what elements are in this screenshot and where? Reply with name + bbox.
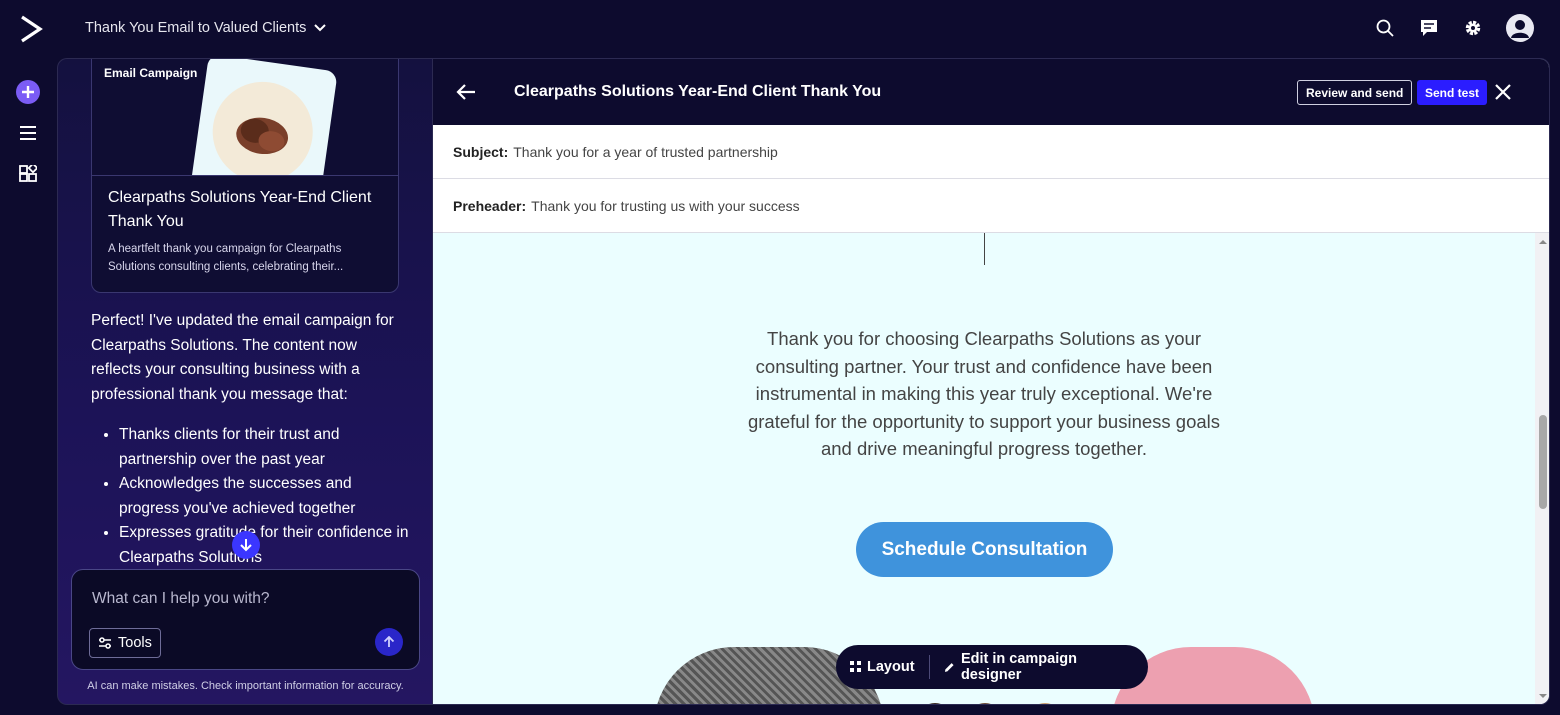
subject-value: Thank you for a year of trusted partners… — [513, 143, 778, 160]
preheader-value: Thank you for trusting us with your succ… — [531, 197, 800, 214]
arrow-down-icon — [240, 539, 252, 552]
divider-line — [984, 233, 985, 265]
close-icon[interactable] — [1493, 82, 1513, 102]
menu-icon[interactable] — [16, 121, 40, 145]
email-body-text[interactable]: Thank you for choosing Clearpaths Soluti… — [733, 325, 1235, 463]
list-item: Thanks clients for their trust and partn… — [119, 423, 409, 472]
subject-label: Subject: — [453, 143, 509, 160]
tools-button[interactable]: Tools — [89, 628, 161, 658]
scrollbar-thumb[interactable] — [1539, 415, 1547, 509]
phone-preview-image — [188, 59, 338, 175]
list-item: Acknowledges the successes and progress … — [119, 472, 409, 521]
scroll-up-arrow-icon[interactable] — [1538, 237, 1548, 247]
sliders-icon — [99, 637, 111, 649]
avatar[interactable] — [1506, 14, 1534, 42]
chat-panel: Email Campaign Clearpaths Solutions Year… — [57, 58, 432, 705]
layout-label: Layout — [867, 659, 915, 675]
editor-title: Clearpaths Solutions Year-End Client Tha… — [514, 83, 882, 100]
campaign-thumbnail: Email Campaign — [92, 59, 398, 176]
chevron-down-icon — [314, 24, 327, 32]
left-nav-rail — [0, 58, 56, 715]
campaign-card-description: A heartfelt thank you campaign for Clear… — [108, 243, 344, 273]
layout-button[interactable]: Layout — [836, 645, 929, 689]
send-button[interactable] — [375, 628, 403, 656]
chat-input[interactable] — [92, 590, 392, 608]
subject-field[interactable]: Subject: Thank you for a year of trusted… — [433, 125, 1549, 179]
grid-icon — [850, 661, 861, 672]
preview-scrollbar[interactable] — [1535, 233, 1549, 704]
scroll-down-arrow-icon[interactable] — [1538, 691, 1548, 701]
arrow-up-icon — [383, 636, 395, 647]
top-bar: Thank You Email to Valued Clients — [0, 0, 1560, 58]
chat-icon[interactable] — [1418, 17, 1440, 39]
campaign-card[interactable]: Email Campaign Clearpaths Solutions Year… — [91, 59, 399, 293]
search-icon[interactable] — [1374, 17, 1396, 39]
top-icons — [1374, 14, 1534, 42]
scroll-to-bottom-button[interactable] — [232, 531, 260, 559]
preheader-field[interactable]: Preheader: Thank you for trusting us wit… — [433, 179, 1549, 233]
campaign-card-title: Clearpaths Solutions Year-End Client Tha… — [108, 189, 372, 230]
preheader-label: Preheader: — [453, 197, 527, 214]
apps-icon[interactable] — [16, 162, 40, 186]
list-item: Expresses gratitude for their confidence… — [119, 521, 409, 570]
email-editor-panel: Clearpaths Solutions Year-End Client Tha… — [432, 58, 1550, 705]
document-title: Thank You Email to Valued Clients — [85, 20, 307, 36]
chat-composer: Tools — [71, 569, 420, 670]
send-test-button[interactable]: Send test — [1417, 80, 1488, 105]
tools-label: Tools — [118, 635, 152, 651]
message-intro: Perfect! I've updated the email campaign… — [91, 312, 394, 403]
ai-disclaimer: AI can make mistakes. Check important in… — [87, 680, 404, 692]
campaign-type-label: Email Campaign — [104, 66, 198, 80]
plus-icon[interactable] — [16, 80, 40, 104]
schedule-consultation-button[interactable]: Schedule Consultation — [856, 522, 1113, 577]
email-preview-canvas: Thank you for choosing Clearpaths Soluti… — [433, 233, 1535, 704]
document-title-dropdown[interactable]: Thank You Email to Valued Clients — [85, 20, 327, 36]
pencil-icon — [945, 662, 955, 672]
handshake-image — [206, 75, 320, 175]
review-and-send-button[interactable]: Review and send — [1297, 80, 1413, 105]
gear-icon[interactable] — [1462, 17, 1484, 39]
back-arrow-icon[interactable] — [455, 81, 477, 103]
edit-in-designer-label: Edit in campaign designer — [960, 651, 1077, 683]
edit-in-designer-button[interactable]: Edit in campaign designer — [929, 645, 1148, 689]
editor-header: Clearpaths Solutions Year-End Client Tha… — [433, 59, 1549, 125]
logo-icon[interactable] — [18, 14, 46, 44]
floating-toolbar: Layout Edit in campaign designer — [836, 645, 1148, 689]
